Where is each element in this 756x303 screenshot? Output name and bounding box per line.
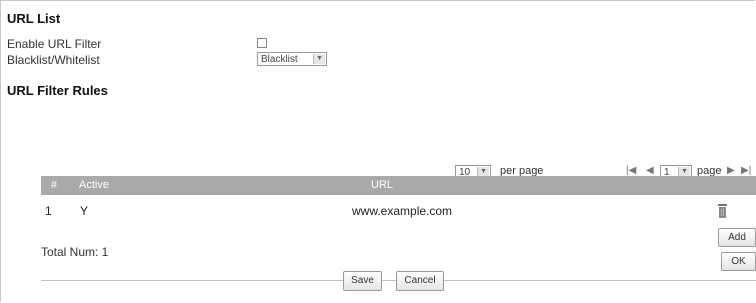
- next-page-icon[interactable]: ▶: [727, 165, 735, 176]
- enable-url-filter-checkbox[interactable]: [257, 38, 267, 48]
- add-button[interactable]: Add: [718, 228, 756, 247]
- chevron-down-icon: ▼: [313, 54, 325, 64]
- row-active: Y: [80, 204, 89, 218]
- rules-table-header: # Active URL: [41, 176, 756, 195]
- first-page-icon[interactable]: |◀: [626, 165, 636, 176]
- url-filter-rules-title: URL Filter Rules: [7, 83, 108, 98]
- panel-frame: [0, 0, 755, 302]
- blacklist-whitelist-label: Blacklist/Whitelist: [7, 53, 100, 67]
- save-button[interactable]: Save: [343, 271, 382, 291]
- prev-page-icon[interactable]: ◀: [646, 165, 654, 176]
- url-list-title: URL List: [7, 11, 61, 26]
- column-url: URL: [371, 179, 394, 191]
- column-active: Active: [79, 179, 109, 191]
- cancel-button[interactable]: Cancel: [396, 271, 444, 291]
- trash-icon[interactable]: [718, 204, 727, 221]
- last-page-icon[interactable]: ▶|: [741, 165, 751, 176]
- row-index: 1: [45, 204, 52, 218]
- row-url: www.example.com: [352, 204, 453, 218]
- blacklist-whitelist-value: Blacklist: [261, 54, 298, 65]
- column-index: #: [51, 179, 58, 191]
- blacklist-whitelist-select[interactable]: Blacklist ▼: [257, 52, 327, 66]
- total-num: Total Num: 1: [41, 245, 109, 259]
- ok-button[interactable]: OK: [721, 252, 756, 271]
- enable-url-filter-label: Enable URL Filter: [7, 37, 102, 51]
